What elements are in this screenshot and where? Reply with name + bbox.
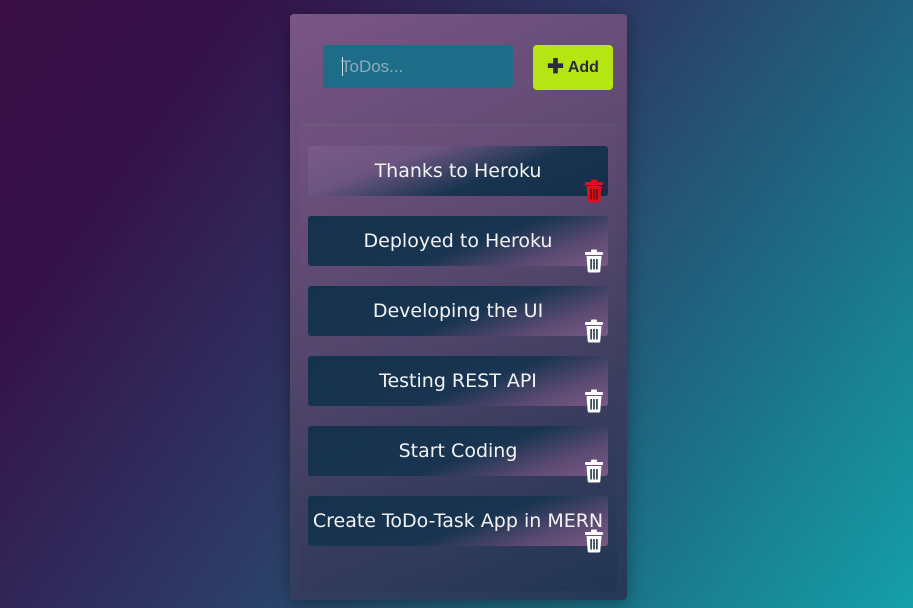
trash-icon[interactable] bbox=[583, 459, 605, 483]
todo-item[interactable]: Create ToDo-Task App in MERN bbox=[308, 496, 608, 553]
add-button[interactable]: ✚ Add bbox=[533, 45, 613, 90]
trash-icon[interactable] bbox=[583, 249, 605, 273]
todo-item-text: Deployed to Heroku bbox=[363, 230, 553, 252]
todo-item-text: Thanks to Heroku bbox=[374, 160, 542, 182]
text-caret bbox=[342, 57, 343, 76]
todo-item-text: Developing the UI bbox=[372, 300, 544, 322]
trash-icon[interactable] bbox=[583, 179, 605, 203]
todo-item-text: Testing REST API bbox=[379, 370, 537, 392]
todo-item[interactable]: Start Coding bbox=[308, 426, 608, 483]
trash-icon[interactable] bbox=[583, 389, 605, 413]
todo-card: ✚ Add Thanks to Heroku Deployed to Herok… bbox=[290, 14, 627, 600]
todo-item-text: Create ToDo-Task App in MERN bbox=[312, 510, 604, 532]
trash-icon[interactable] bbox=[583, 319, 605, 343]
todo-input[interactable] bbox=[323, 45, 513, 88]
add-button-label: Add bbox=[567, 58, 599, 76]
todo-item[interactable]: Testing REST API bbox=[308, 356, 608, 413]
todo-item[interactable]: Deployed to Heroku bbox=[308, 216, 608, 273]
todo-item-text: Start Coding bbox=[398, 440, 518, 462]
trash-icon[interactable] bbox=[583, 529, 605, 553]
todo-item[interactable]: Developing the UI bbox=[308, 286, 608, 343]
todo-item[interactable]: Thanks to Heroku bbox=[308, 146, 608, 203]
plus-icon: ✚ bbox=[547, 55, 564, 78]
